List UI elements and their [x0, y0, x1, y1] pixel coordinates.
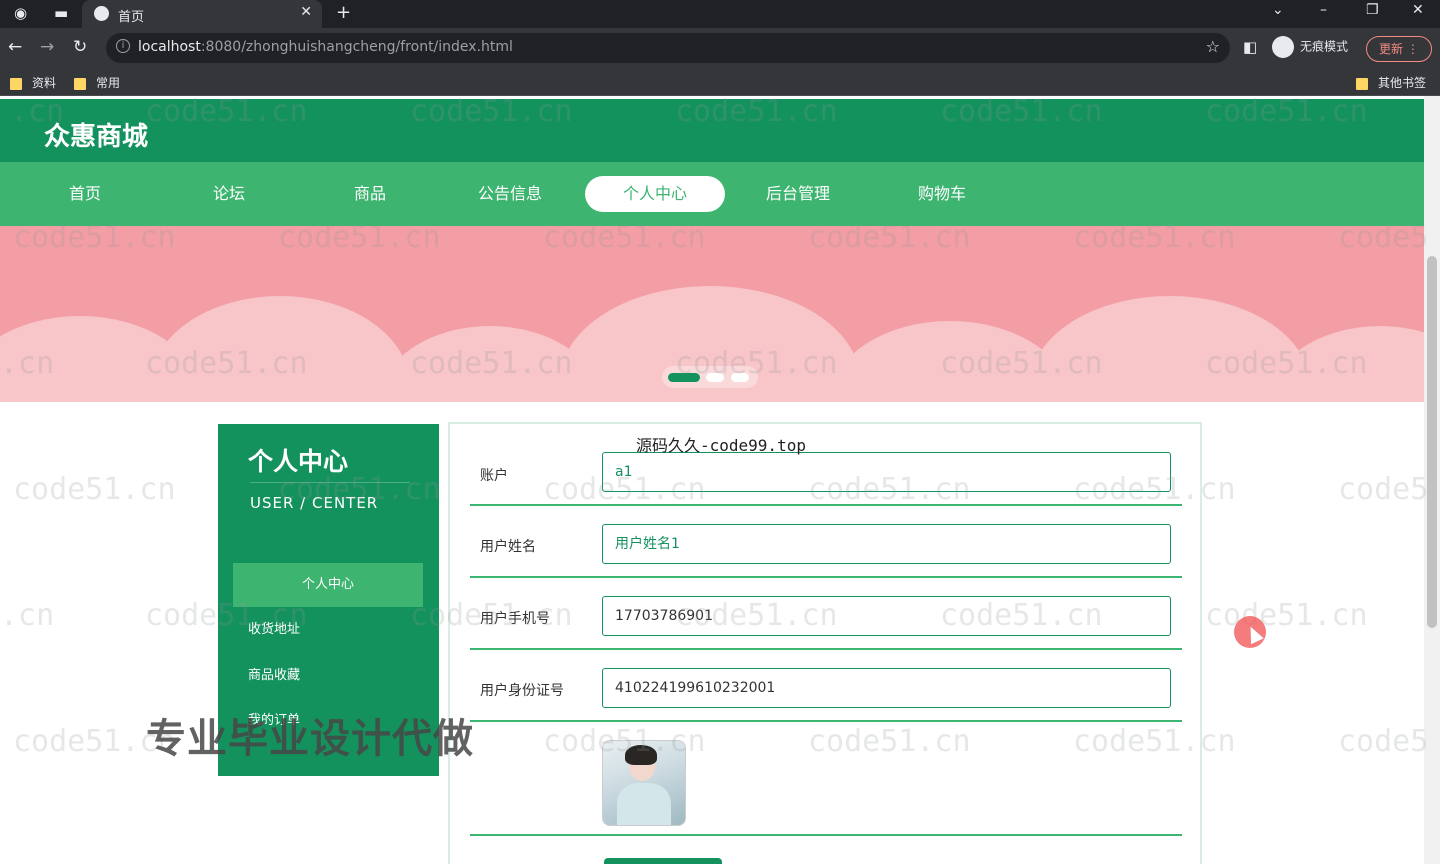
account-label: 账户	[480, 468, 508, 484]
watermark: code5	[1338, 724, 1429, 759]
sidebar-divider	[250, 482, 410, 483]
carousel-dot[interactable]	[706, 373, 724, 382]
banner-cloud	[150, 296, 410, 402]
incognito-indicator[interactable]: 无痕模式	[1272, 36, 1348, 58]
main-nav: 首页 论坛 商品 公告信息 个人中心 后台管理 购物车	[0, 162, 1424, 226]
avatar-hair	[625, 745, 657, 765]
bookmark-folder-ziliao[interactable]: 资料	[10, 74, 56, 91]
nav-home[interactable]: 首页	[15, 176, 155, 212]
watermark: code5	[1338, 472, 1429, 507]
carousel-dot[interactable]	[731, 373, 749, 382]
close-window-icon[interactable]: ✕	[1412, 2, 1424, 18]
watermark: code51.cn	[13, 472, 176, 507]
url-text: localhost:8080/zhonghuishangcheng/front/…	[138, 39, 513, 55]
folder-icon	[1356, 77, 1368, 90]
folder-icon	[10, 77, 22, 90]
name-label: 用户姓名	[480, 539, 536, 555]
bookmark-folder-changyong[interactable]: 常用	[74, 74, 120, 91]
phone-input[interactable]: 17703786901	[602, 596, 1171, 636]
id-label: 用户身份证号	[480, 683, 564, 699]
bookmarks-bar: 资料 常用 其他书签	[0, 68, 1440, 96]
nav-products[interactable]: 商品	[300, 176, 440, 212]
carousel-indicators	[662, 366, 758, 388]
form-row-name: 用户姓名 用户姓名1	[470, 506, 1182, 578]
sidebar-item-user-center[interactable]: 个人中心	[233, 563, 423, 607]
id-input[interactable]: 410224199610232001	[602, 668, 1171, 708]
tab-list-icon[interactable]: ⌄	[1272, 2, 1284, 18]
sidebar-item-favorites[interactable]: 商品收藏	[233, 654, 423, 698]
page-viewport: 众惠商城 首页 论坛 商品 公告信息 个人中心 后台管理 购物车 个人中心 US…	[0, 96, 1440, 864]
bookmark-star-icon[interactable]: ☆	[1206, 37, 1220, 56]
phone-label: 用户手机号	[480, 611, 550, 627]
reload-icon[interactable]: ↻	[73, 37, 87, 57]
forward-icon[interactable]: →	[40, 37, 54, 57]
browser-menu-icon[interactable]: ◉	[14, 4, 27, 22]
form-row-avatar	[470, 722, 1182, 836]
carousel-dot-active[interactable]	[668, 373, 700, 382]
nav-forum[interactable]: 论坛	[159, 176, 299, 212]
back-icon[interactable]: ←	[8, 37, 22, 57]
tab-title: 首页	[118, 10, 145, 25]
side-panel-icon[interactable]: ◧	[1243, 38, 1257, 56]
source-overlay-label: 源码久久-code99.top	[636, 436, 806, 455]
banner-cloud	[1270, 326, 1424, 402]
form-row-phone: 用户手机号 17703786901	[470, 578, 1182, 650]
minimize-icon[interactable]: –	[1320, 2, 1327, 18]
sidebar-title: 个人中心	[248, 447, 349, 476]
promo-overlay-text: 专业毕业设计代做	[146, 716, 474, 762]
banner-carousel[interactable]	[0, 226, 1424, 402]
other-bookmarks[interactable]: 其他书签	[1356, 74, 1426, 91]
folder-icon	[74, 77, 86, 90]
name-input[interactable]: 用户姓名1	[602, 524, 1171, 564]
page-scrollbar[interactable]	[1424, 96, 1440, 864]
address-bar[interactable]: i localhost:8080/zhonghuishangcheng/fron…	[106, 33, 1230, 63]
site-header: 众惠商城	[0, 99, 1424, 162]
browser-toolbar: ← → ↻ i localhost:8080/zhonghuishangchen…	[0, 28, 1440, 68]
site-logo[interactable]: 众惠商城	[44, 116, 148, 153]
sidebar-subtitle: USER / CENTER	[250, 494, 379, 512]
save-button[interactable]	[604, 858, 722, 864]
scrollbar-thumb[interactable]	[1427, 256, 1437, 628]
new-tab-button[interactable]: +	[336, 2, 351, 23]
close-tab-icon[interactable]: ✕	[300, 4, 312, 20]
profile-form: 账户 a1 用户姓名 用户姓名1 用户手机号 17703786901 用户身份证…	[448, 422, 1202, 864]
avatar-figure	[617, 783, 671, 825]
form-row-account: 账户 a1	[470, 434, 1182, 506]
nav-cart[interactable]: 购物车	[872, 176, 1012, 212]
watermark: .cn	[0, 598, 55, 633]
nav-user-center[interactable]: 个人中心	[585, 176, 725, 212]
browser-tab[interactable]: 首页 ✕	[82, 0, 322, 28]
form-row-id: 用户身份证号 410224199610232001	[470, 650, 1182, 722]
account-input[interactable]: a1	[602, 452, 1171, 492]
site-info-icon[interactable]: i	[116, 39, 130, 53]
update-button[interactable]: 更新 ⋮	[1366, 36, 1432, 62]
banner-cloud	[1030, 296, 1310, 402]
sidebar-item-address[interactable]: 收货地址	[233, 608, 423, 652]
tab-search-icon[interactable]: ▬	[54, 4, 68, 22]
browser-tabbar: ◉ ▬ 首页 ✕ + ⌄ – ❐ ✕	[0, 0, 1440, 28]
globe-icon	[94, 6, 109, 21]
incognito-icon	[1272, 36, 1294, 58]
avatar-upload[interactable]	[602, 740, 686, 826]
nav-admin[interactable]: 后台管理	[728, 176, 868, 212]
watermark: code51.cn	[1205, 598, 1368, 633]
restore-icon[interactable]: ❐	[1366, 2, 1379, 18]
nav-announcements[interactable]: 公告信息	[440, 176, 580, 212]
